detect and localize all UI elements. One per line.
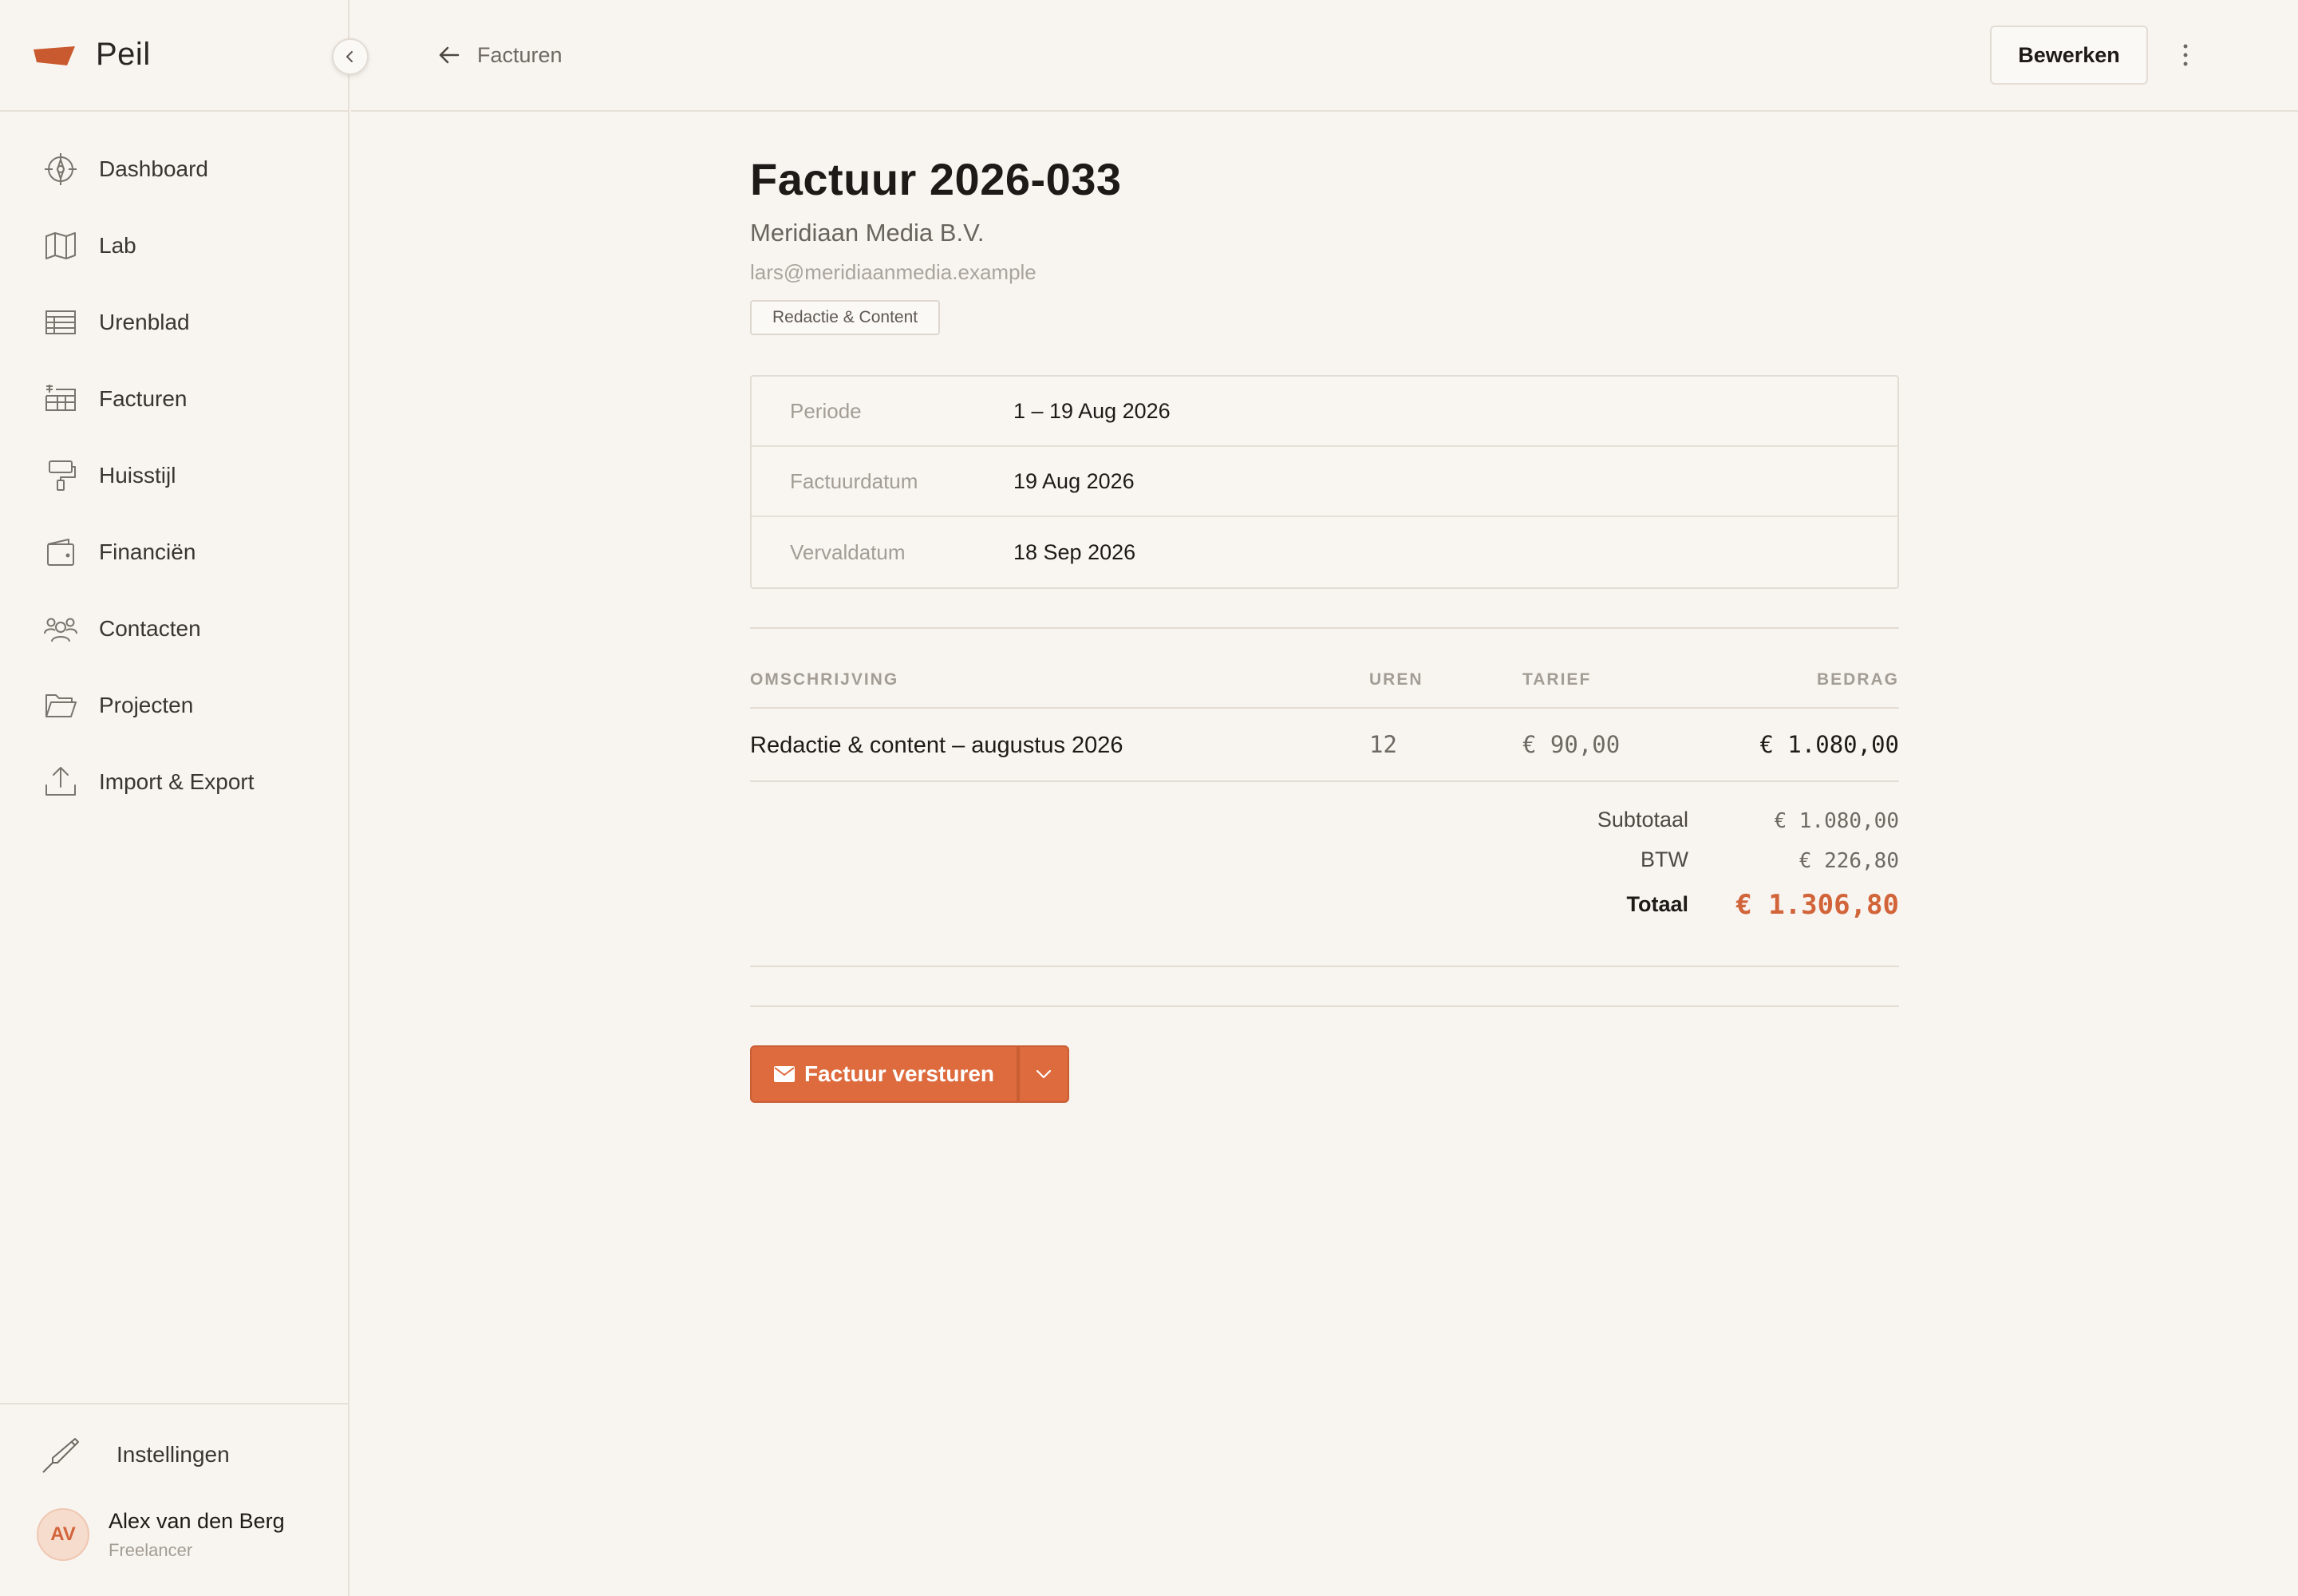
more-options-button[interactable]	[2174, 35, 2197, 75]
compass-icon	[43, 152, 78, 187]
sidebar-item-label: Import & Export	[99, 769, 255, 794]
user-role: Freelancer	[109, 1539, 193, 1560]
invoice-icon	[43, 381, 78, 417]
sidebar-item-facturen[interactable]: Facturen	[0, 361, 348, 437]
sidebar-item-contacten[interactable]: Contacten	[0, 591, 348, 667]
app-name: Peil	[96, 37, 151, 72]
meta-row-period: Periode 1 – 19 Aug 2026	[752, 377, 1897, 447]
more-vertical-icon	[2183, 44, 2188, 66]
divider	[750, 966, 1899, 967]
collapse-sidebar-button[interactable]	[332, 38, 369, 75]
brand: Peil	[0, 0, 348, 112]
upload-icon	[43, 764, 78, 800]
page-title: Factuur 2026-033	[750, 154, 1122, 204]
subtotal-value: € 1.080,00	[1774, 809, 1899, 833]
divider	[750, 707, 1899, 709]
sidebar-item-dashboard[interactable]: Dashboard	[0, 131, 348, 207]
users-icon	[43, 611, 78, 646]
back-link[interactable]: Facturen	[436, 35, 563, 75]
send-invoice-label: Factuur versturen	[804, 1061, 995, 1086]
sidebar-item-lab[interactable]: Lab	[0, 207, 348, 284]
sidebar-footer: Instellingen AV Alex van den Berg Freela…	[0, 1403, 348, 1596]
column-header-hours: UREN	[1369, 670, 1423, 689]
send-options-dropdown[interactable]	[1018, 1045, 1069, 1103]
chevron-down-icon	[1036, 1069, 1052, 1079]
client-name: Meridiaan Media B.V.	[750, 219, 985, 247]
vat-label: BTW	[1641, 847, 1688, 871]
sidebar: Peil Dashboard Lab Urenblad Facturen Hui…	[0, 0, 369, 1596]
settings-label: Instellingen	[116, 1442, 230, 1467]
sidebar-item-projecten[interactable]: Projecten	[0, 667, 348, 744]
total-value: € 1.306,80	[1735, 889, 1899, 921]
line-description: Redactie & content – augustus 2026	[750, 733, 1123, 758]
sidebar-item-label: Lab	[99, 233, 136, 258]
pen-icon	[42, 1438, 79, 1473]
sidebar-item-huisstijl[interactable]: Huisstijl	[0, 437, 348, 514]
invoice-meta-table: Periode 1 – 19 Aug 2026 Factuurdatum 19 …	[750, 375, 1899, 589]
meta-key: Factuurdatum	[790, 468, 918, 493]
line-rate: € 90,00	[1522, 731, 1621, 758]
sidebar-item-import-export[interactable]: Import & Export	[0, 744, 348, 820]
avatar: AV	[37, 1508, 89, 1561]
column-header-rate: TARIEF	[1522, 670, 1592, 689]
folder-icon	[43, 688, 78, 723]
meta-row-invoice-date: Factuurdatum 19 Aug 2026	[752, 447, 1897, 517]
meta-key: Vervaldatum	[790, 539, 906, 564]
top-bar: Facturen Bewerken	[351, 0, 2298, 112]
divider	[750, 1005, 1899, 1007]
mail-icon	[773, 1066, 795, 1082]
logo-icon	[34, 46, 75, 65]
client-email: lars@meridiaanmedia.example	[750, 260, 1036, 284]
sidebar-nav: Dashboard Lab Urenblad Facturen Huisstij…	[0, 131, 348, 820]
map-icon	[43, 228, 78, 263]
meta-value: 1 – 19 Aug 2026	[1013, 398, 1171, 423]
wallet-icon	[43, 535, 78, 570]
chevron-left-icon	[346, 51, 353, 62]
settings-link[interactable]: Instellingen	[40, 1427, 327, 1483]
sidebar-item-urenblad[interactable]: Urenblad	[0, 284, 348, 361]
user-info: Alex van den Berg Freelancer	[109, 1509, 285, 1561]
project-tag: Redactie & Content	[750, 300, 941, 335]
sidebar-item-label: Projecten	[99, 693, 194, 717]
sidebar-item-label: Contacten	[99, 616, 201, 641]
timesheet-icon	[43, 305, 78, 340]
subtotal-label: Subtotaal	[1597, 808, 1688, 832]
user-profile[interactable]: AV Alex van den Berg Freelancer	[37, 1508, 285, 1561]
meta-value: 19 Aug 2026	[1013, 468, 1135, 493]
divider	[750, 627, 1899, 629]
line-amount: € 1.080,00	[1759, 731, 1899, 758]
vat-value: € 226,80	[1799, 849, 1899, 873]
line-hours: 12	[1369, 731, 1397, 758]
send-invoice-button[interactable]: Factuur versturen	[750, 1045, 1018, 1103]
column-header-amount: BEDRAG	[1816, 670, 1899, 689]
total-label: Totaal	[1626, 892, 1688, 916]
sidebar-item-label: Dashboard	[99, 156, 208, 181]
sidebar-item-label: Urenblad	[99, 310, 190, 334]
column-header-description: OMSCHRIJVING	[750, 670, 899, 689]
user-name: Alex van den Berg	[109, 1508, 285, 1533]
sidebar-item-financien[interactable]: Financiën	[0, 514, 348, 591]
sidebar-item-label: Huisstijl	[99, 463, 176, 488]
arrow-left-icon	[439, 46, 460, 64]
edit-button[interactable]: Bewerken	[1990, 26, 2148, 85]
paint-roller-icon	[43, 458, 78, 493]
sidebar-item-label: Financiën	[99, 539, 196, 564]
sidebar-item-label: Facturen	[99, 386, 188, 411]
divider	[750, 780, 1899, 782]
back-link-label: Facturen	[477, 42, 563, 67]
meta-value: 18 Sep 2026	[1013, 539, 1136, 564]
meta-key: Periode	[790, 398, 862, 423]
meta-row-due-date: Vervaldatum 18 Sep 2026	[752, 517, 1897, 587]
